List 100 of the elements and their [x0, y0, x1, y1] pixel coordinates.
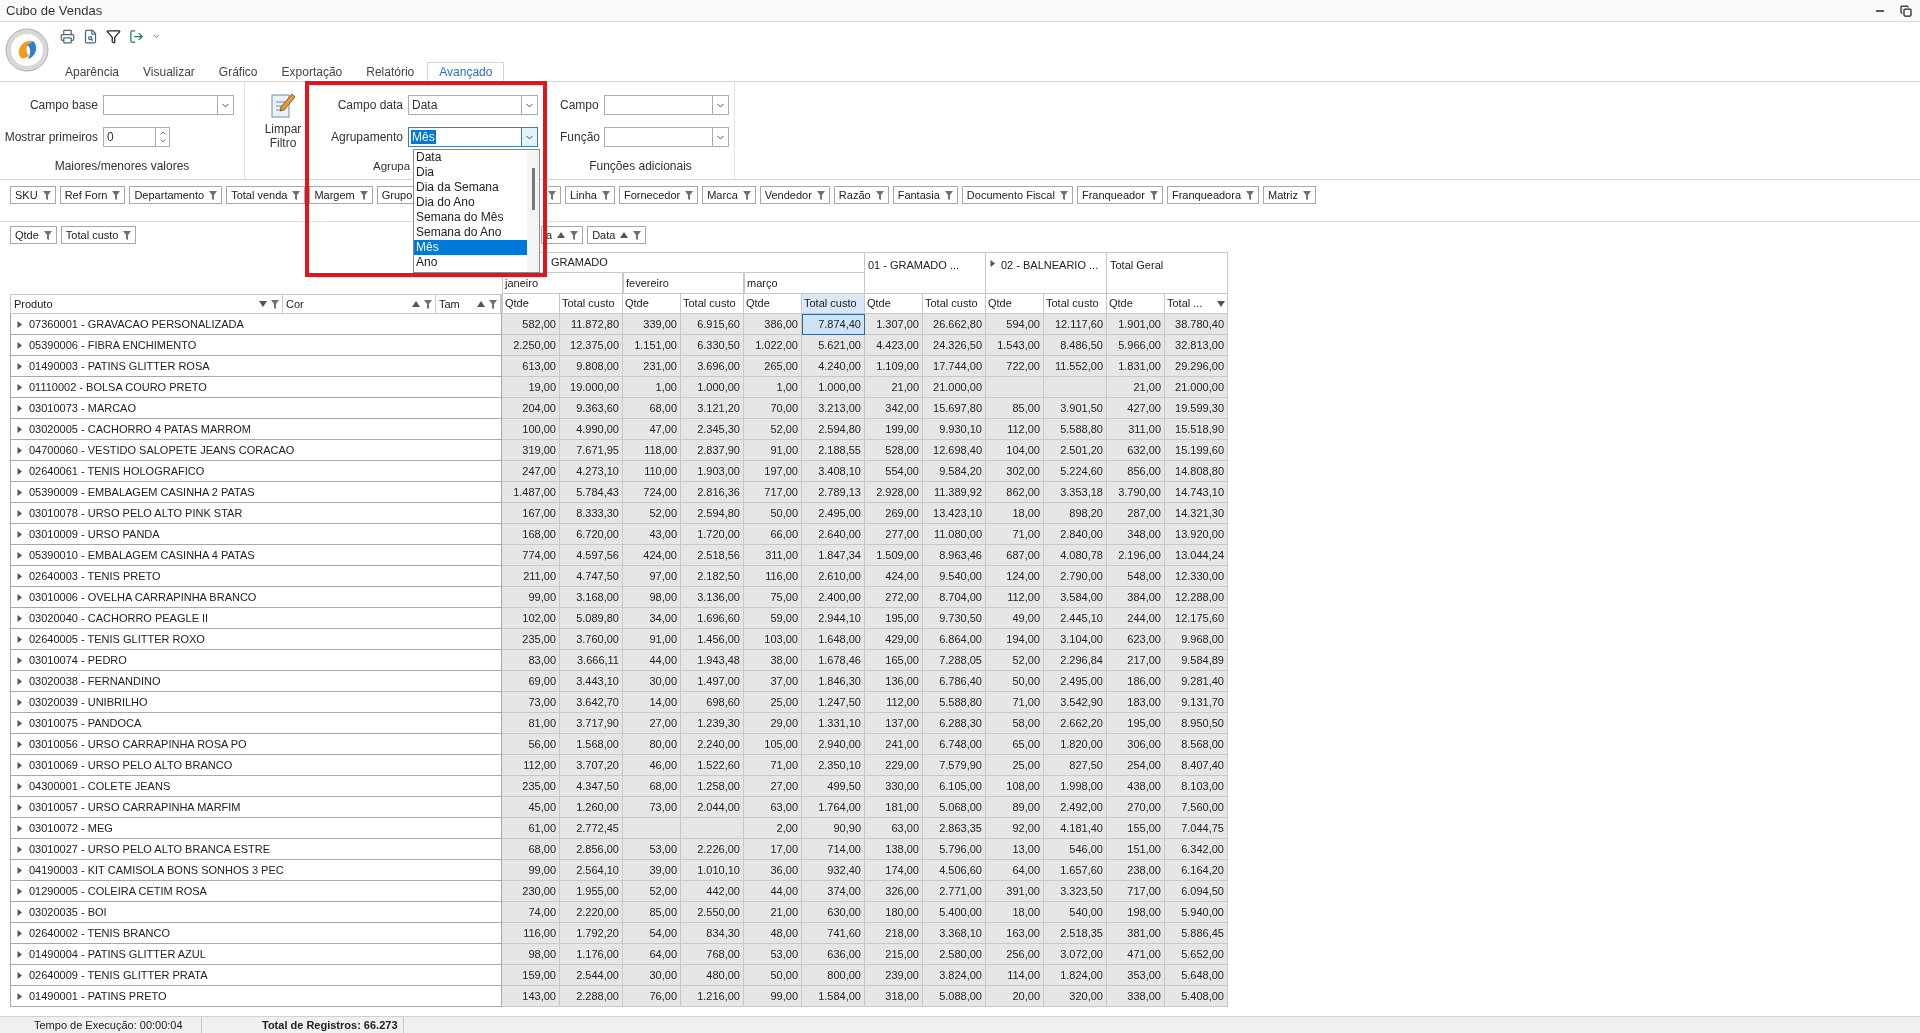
ribbon-tab[interactable]: Aparência	[54, 62, 131, 82]
row-header-cell[interactable]: 03010069 - URSO PELO ALTO BRANCO	[10, 755, 502, 776]
preview-icon[interactable]	[83, 29, 98, 45]
column-header[interactable]: Qtde	[502, 294, 560, 314]
printer-icon[interactable]	[60, 29, 75, 45]
row-header-cell[interactable]: 02640009 - TENIS GLITTER PRATA	[10, 965, 502, 986]
field-chip[interactable]: Ref Forn	[59, 186, 126, 204]
expand-icon[interactable]	[16, 488, 23, 496]
expand-icon[interactable]	[16, 404, 23, 412]
row-header-cell[interactable]: 04700060 - VESTIDO SALOPETE JEANS CORACAO	[10, 440, 502, 461]
column-header[interactable]: Total ...	[1165, 294, 1228, 314]
exit-icon[interactable]	[129, 29, 144, 45]
restore-button[interactable]	[1900, 4, 1912, 17]
row-header-cell[interactable]: 03010074 - PEDRO	[10, 650, 502, 671]
row-header-cell[interactable]: 05390009 - EMBALAGEM CASINHA 2 PATAS	[10, 482, 502, 503]
sort-ascending-icon[interactable]	[620, 232, 629, 238]
combo-box[interactable]: Mês	[408, 127, 538, 147]
row-header-cell[interactable]: 05390010 - EMBALAGEM CASINHA 4 PATAS	[10, 545, 502, 566]
row-header-cell[interactable]: 01290005 - COLEIRA CETIM ROSA	[10, 881, 502, 902]
sort-ascending-icon[interactable]	[557, 232, 566, 238]
expand-icon[interactable]	[16, 719, 23, 727]
expand-icon[interactable]	[16, 614, 23, 622]
expand-icon[interactable]	[16, 803, 23, 811]
row-header-cell[interactable]: 03010078 - URSO PELO ALTO PINK STAR	[10, 503, 502, 524]
spin-down-icon[interactable]	[158, 137, 167, 145]
row-header-cell[interactable]: 03010075 - PANDOCA	[10, 713, 502, 734]
row-field-header[interactable]: Produto	[11, 295, 283, 313]
row-header-cell[interactable]: 01490003 - PATINS GLITTER ROSA	[10, 356, 502, 377]
expand-icon[interactable]	[989, 260, 996, 267]
column-header[interactable]: Qtde	[865, 294, 923, 314]
expand-icon[interactable]	[16, 467, 23, 475]
expand-icon[interactable]	[16, 950, 23, 958]
expand-icon[interactable]	[16, 425, 23, 433]
expand-icon[interactable]	[16, 866, 23, 874]
row-header-cell[interactable]: 07360001 - GRAVACAO PERSONALIZADA	[10, 314, 502, 335]
ribbon-tab[interactable]: Visualizar	[132, 62, 206, 82]
row-header-cell[interactable]: 03010073 - MARCAO	[10, 398, 502, 419]
expand-icon[interactable]	[16, 572, 23, 580]
column-header[interactable]: Total custo	[1044, 294, 1107, 314]
column-header[interactable]: Qtde	[986, 294, 1044, 314]
filter-icon[interactable]	[106, 29, 121, 45]
column-header[interactable]: Qtde	[1107, 294, 1165, 314]
expand-icon[interactable]	[16, 698, 23, 706]
row-header-cell[interactable]: 03010027 - URSO PELO ALTO BRANCA ESTRE	[10, 839, 502, 860]
expand-icon[interactable]	[16, 971, 23, 979]
expand-icon[interactable]	[16, 341, 23, 349]
row-header-cell[interactable]: 03020005 - CACHORRO 4 PATAS MARROM	[10, 419, 502, 440]
field-chip[interactable]: Fantasia	[892, 186, 958, 204]
row-header-cell[interactable]: 04300001 - COLETE JEANS	[10, 776, 502, 797]
expand-icon[interactable]	[16, 887, 23, 895]
row-header-cell[interactable]: 01490004 - PATINS GLITTER AZUL	[10, 944, 502, 965]
column-header[interactable]: Total custo	[923, 294, 986, 314]
expand-icon[interactable]	[16, 845, 23, 853]
row-header-cell[interactable]: 04190003 - KIT CAMISOLA BONS SONHOS 3 PEC	[10, 860, 502, 881]
row-header-cell[interactable]: 02640061 - TENIS HOLOGRAFICO	[10, 461, 502, 482]
dropdown-option[interactable]: Data	[414, 150, 527, 165]
expand-icon[interactable]	[16, 530, 23, 538]
clear-filter-button[interactable]: Limpar Filtro	[257, 92, 309, 150]
logo-icon[interactable]	[5, 28, 49, 72]
expand-icon[interactable]	[16, 593, 23, 601]
row-header-cell[interactable]: 03010009 - URSO PANDA	[10, 524, 502, 545]
field-chip[interactable]: Franqueador	[1076, 186, 1163, 204]
field-chip[interactable]: Qtde	[10, 226, 57, 244]
dropdown-option[interactable]: Dia	[414, 165, 527, 180]
sort-ascending-icon[interactable]	[412, 301, 420, 307]
expand-icon[interactable]	[16, 383, 23, 391]
expand-icon[interactable]	[16, 320, 23, 328]
column-header[interactable]: Qtde	[623, 294, 681, 314]
row-field-header[interactable]: Cor	[283, 295, 436, 313]
pencil-document-icon[interactable]	[270, 92, 296, 120]
dropdown-option[interactable]: Mês	[414, 240, 527, 255]
combo-box[interactable]: Data	[408, 95, 538, 115]
spin-field[interactable]: 0	[103, 127, 170, 147]
row-header-cell[interactable]: 02640003 - TENIS PRETO	[10, 566, 502, 587]
field-chip[interactable]: a	[541, 226, 584, 244]
field-chip[interactable]: Razão	[833, 186, 889, 204]
spin-up-icon[interactable]	[158, 129, 167, 137]
row-header-cell[interactable]: 02640005 - TENIS GLITTER ROXO	[10, 629, 502, 650]
sort-ascending-icon[interactable]	[477, 301, 485, 307]
column-header[interactable]: Total custo	[802, 294, 865, 314]
row-header-cell[interactable]: 03010056 - URSO CARRAPINHA ROSA PO	[10, 734, 502, 755]
row-header-cell[interactable]: 02640002 - TENIS BRANCO	[10, 923, 502, 944]
field-chip[interactable]: Linha	[565, 186, 615, 204]
field-chip[interactable]: Documento Fiscal	[961, 186, 1073, 204]
expand-icon[interactable]	[16, 677, 23, 685]
row-header-cell[interactable]: 01490001 - PATINS PRETO	[10, 986, 502, 1007]
row-header-cell[interactable]: 03020039 - UNIBRILHO	[10, 692, 502, 713]
expand-icon[interactable]	[16, 929, 23, 937]
field-chip[interactable]: Marca	[702, 186, 756, 204]
expand-icon[interactable]	[16, 740, 23, 748]
ribbon-tab[interactable]: Avançado	[427, 62, 505, 82]
field-chip[interactable]	[548, 186, 561, 204]
expand-icon[interactable]	[16, 824, 23, 832]
field-chip[interactable]: Franqueadora	[1166, 186, 1259, 204]
row-header-cell[interactable]: 03010006 - OVELHA CARRAPINHA BRANCO	[10, 587, 502, 608]
expand-icon[interactable]	[16, 362, 23, 370]
row-header-cell[interactable]: 03020038 - FERNANDINO	[10, 671, 502, 692]
expand-icon[interactable]	[16, 908, 23, 916]
field-chip[interactable]: SKU	[10, 186, 56, 204]
column-header[interactable]: Qtde	[744, 294, 802, 314]
